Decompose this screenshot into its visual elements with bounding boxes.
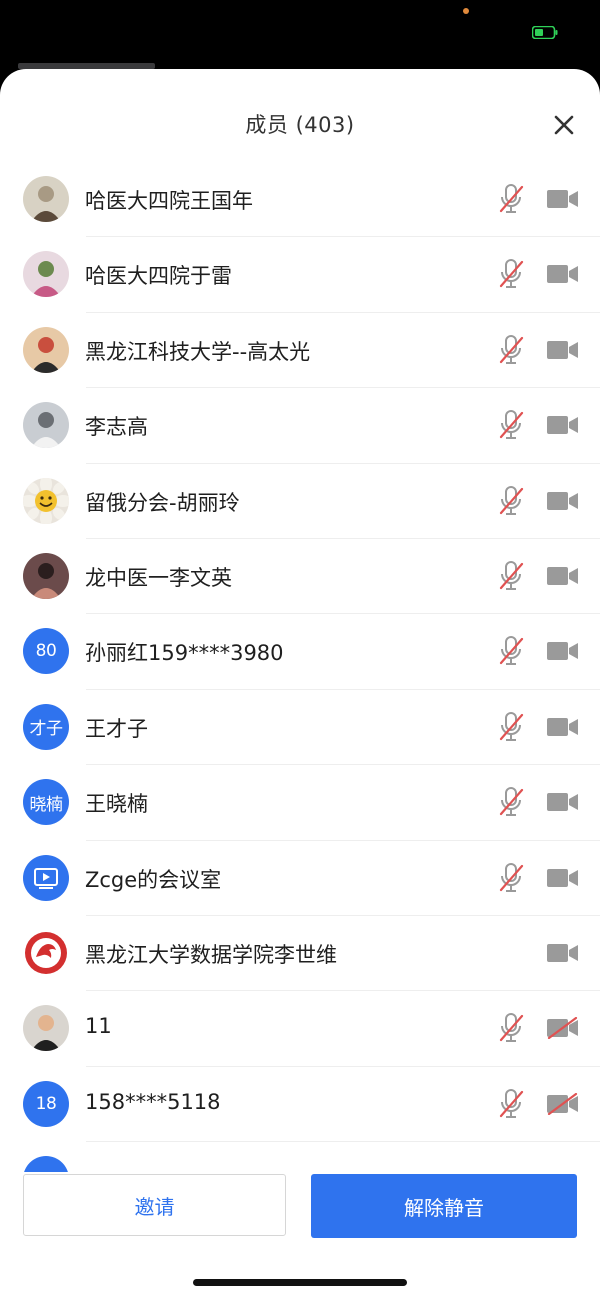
- mic-muted-icon[interactable]: [497, 334, 525, 366]
- camera-icon[interactable]: [546, 867, 579, 889]
- invite-button[interactable]: 邀请: [23, 1174, 286, 1236]
- camera-icon[interactable]: [546, 188, 579, 210]
- avatar: [23, 1005, 69, 1052]
- member-row[interactable]: 晓楠 王晓楠: [0, 765, 600, 841]
- camera-icon[interactable]: [546, 942, 579, 964]
- member-row[interactable]: 哈医大四院于雷: [0, 237, 600, 314]
- avatar: [23, 1156, 69, 1172]
- avatar-initials: 80: [35, 641, 57, 662]
- avatar: [23, 251, 69, 298]
- member-name: 孙丽红159****3980: [85, 641, 284, 666]
- camera-icon[interactable]: [546, 565, 579, 587]
- member-row[interactable]: 11: [0, 991, 600, 1068]
- avatar: 才子: [23, 703, 69, 750]
- mic-muted-icon[interactable]: [497, 1088, 525, 1120]
- avatar: [23, 552, 69, 599]
- camera-off-icon[interactable]: [546, 1017, 579, 1040]
- mic-muted-icon[interactable]: [497, 258, 525, 290]
- member-row[interactable]: 留俄分会-胡丽玲: [0, 464, 600, 540]
- member-name: 王才子: [85, 716, 148, 741]
- member-name: 11: [85, 1014, 112, 1039]
- camera-icon[interactable]: [546, 490, 579, 512]
- avatar: [23, 477, 69, 524]
- mic-muted-icon[interactable]: [497, 183, 525, 215]
- member-name: 158****5118: [85, 1089, 221, 1114]
- camera-icon[interactable]: [546, 414, 579, 436]
- camera-indicator-dot: [463, 8, 469, 14]
- member-row[interactable]: 18 158****5118: [0, 1067, 600, 1143]
- member-name: 哈医大四院王国年: [85, 189, 253, 213]
- avatar-initials: 18: [35, 1093, 57, 1114]
- member-name: Zcge的会议室: [85, 867, 222, 892]
- unmute-all-button[interactable]: 解除静音: [311, 1174, 577, 1238]
- avatar: [23, 402, 69, 449]
- mic-muted-icon[interactable]: [497, 711, 525, 743]
- avatar: [23, 326, 69, 373]
- mic-muted-icon[interactable]: [497, 1012, 525, 1044]
- member-name: 龙中医一李文英: [85, 565, 232, 590]
- member-row[interactable]: 才子 王才子: [0, 690, 600, 766]
- avatar: [23, 929, 69, 976]
- camera-off-icon[interactable]: [546, 1092, 579, 1115]
- mic-muted-icon[interactable]: [497, 485, 525, 517]
- mic-muted-icon[interactable]: [497, 409, 525, 441]
- page-title: 成员 (403): [245, 113, 355, 137]
- panel-header: 成员 (403): [0, 69, 600, 162]
- camera-icon[interactable]: [546, 791, 579, 813]
- close-icon[interactable]: [548, 109, 580, 141]
- member-row[interactable]: 哈医大四院王国年: [0, 162, 600, 238]
- member-list[interactable]: 哈医大四院王国年 哈医大四院于雷黑龙江科技大学--高太光 李志高留俄分会-胡丽玲 龙中…: [0, 162, 600, 1172]
- panel-footer: 邀请 解除静音: [0, 1172, 600, 1299]
- member-row[interactable]: 黑龙江科技大学--高太光: [0, 313, 600, 389]
- avatar: [23, 176, 69, 222]
- member-name: 王晓楠: [85, 792, 148, 817]
- avatar: [23, 854, 69, 901]
- member-row[interactable]: 李志高: [0, 388, 600, 464]
- avatar: 晓楠: [23, 779, 69, 826]
- avatar-initials: 晓楠: [29, 794, 64, 815]
- member-row[interactable]: 80 孙丽红159****3980: [0, 614, 600, 691]
- member-name: 哈医大四院于雷: [85, 264, 232, 289]
- mic-muted-icon[interactable]: [497, 862, 525, 894]
- avatar: 80: [23, 628, 69, 675]
- member-row[interactable]: 黑龙江大学数据学院李世维: [0, 916, 600, 992]
- battery-icon: [532, 26, 558, 39]
- member-row[interactable]: 龙中医一李文英: [0, 539, 600, 615]
- member-name: 留俄分会-胡丽玲: [85, 490, 240, 515]
- mic-muted-icon[interactable]: [497, 560, 525, 592]
- mic-muted-icon[interactable]: [497, 635, 525, 667]
- home-indicator: [193, 1279, 407, 1286]
- camera-icon[interactable]: [546, 263, 579, 285]
- member-row[interactable]: Zcge的会议室: [0, 841, 600, 917]
- member-row-partial[interactable]: [0, 1142, 600, 1172]
- camera-icon[interactable]: [546, 339, 579, 361]
- members-panel: 成员 (403) 哈医大四院王国年 哈医大四院于雷黑龙江科技大学--高太光 李志高留…: [0, 69, 600, 1299]
- member-name: 黑龙江大学数据学院李世维: [85, 942, 337, 967]
- avatar: 18: [23, 1080, 69, 1127]
- camera-icon[interactable]: [546, 640, 579, 662]
- mic-muted-icon[interactable]: [497, 786, 525, 818]
- member-name: 黑龙江科技大学--高太光: [85, 339, 311, 364]
- camera-icon[interactable]: [546, 716, 579, 738]
- member-name: 李志高: [85, 415, 148, 440]
- avatar-initials: 才子: [29, 719, 64, 740]
